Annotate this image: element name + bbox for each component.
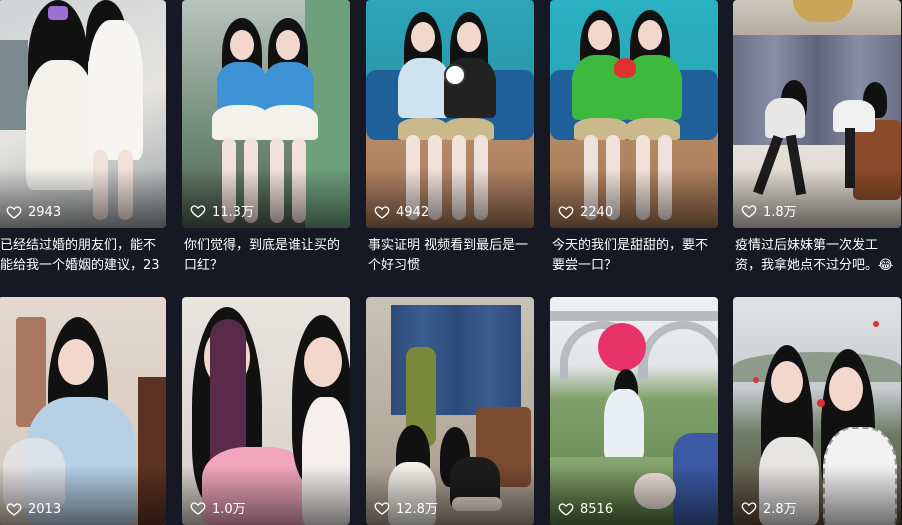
like-count: 1.8万: [741, 201, 797, 220]
like-count: 1.0万: [190, 498, 246, 517]
like-count: 2943: [6, 204, 61, 220]
like-count: 4942: [374, 204, 429, 220]
like-count: 11.3万: [190, 201, 254, 220]
video-thumbnail[interactable]: 2943: [0, 0, 166, 228]
heart-icon: [6, 503, 22, 516]
video-thumbnail[interactable]: 8516: [550, 297, 718, 525]
video-card[interactable]: 1.8万 疫情过后妹妹第一次发工资，我拿她点不过分吧。😂#搞...: [733, 0, 901, 276]
video-card[interactable]: 2943 已经结过婚的朋友们，能不能给我一个婚姻的建议，23岁...: [0, 0, 166, 276]
like-count-text: 12.8万: [396, 502, 438, 517]
video-thumbnail[interactable]: 1.0万: [182, 297, 350, 525]
heart-icon: [558, 503, 574, 516]
video-thumbnail[interactable]: 1.8万: [733, 0, 901, 228]
like-count-text: 2240: [580, 204, 614, 220]
video-thumbnail[interactable]: 2240: [550, 0, 718, 228]
like-count-text: 4942: [396, 204, 430, 220]
video-thumbnail[interactable]: 4942: [366, 0, 534, 228]
like-count-text: 2943: [28, 204, 62, 220]
video-card[interactable]: 2240 今天的我们是甜甜的，要不要尝一口？: [550, 0, 718, 276]
video-thumbnail[interactable]: 2.8万: [733, 297, 901, 525]
video-thumbnail[interactable]: 12.8万: [366, 297, 534, 525]
video-title[interactable]: 疫情过后妹妹第一次发工资，我拿她点不过分吧。😂#搞...: [733, 236, 901, 276]
like-count: 12.8万: [374, 498, 438, 517]
heart-icon: [741, 204, 757, 218]
like-count-text: 2.8万: [763, 502, 797, 517]
heart-icon: [741, 501, 757, 515]
like-count-text: 8516: [580, 501, 614, 517]
like-count-text: 1.8万: [763, 205, 797, 220]
video-card[interactable]: 4942 事实证明 视频看到最后是一个好习惯: [366, 0, 534, 276]
video-title[interactable]: 你们觉得，到底是谁让买的口红？: [182, 236, 350, 276]
video-card[interactable]: 2.8万: [733, 297, 901, 525]
video-title[interactable]: 已经结过婚的朋友们，能不能给我一个婚姻的建议，23岁...: [0, 236, 166, 276]
video-title[interactable]: 今天的我们是甜甜的，要不要尝一口？: [550, 236, 718, 276]
heart-icon: [558, 206, 574, 219]
heart-icon: [374, 206, 390, 219]
like-count: 2013: [6, 501, 61, 517]
video-card[interactable]: 2013: [0, 297, 166, 525]
heart-icon: [6, 206, 22, 219]
like-count: 8516: [558, 501, 613, 517]
video-thumbnail[interactable]: 2013: [0, 297, 166, 525]
like-count: 2240: [558, 204, 613, 220]
video-card[interactable]: 8516: [550, 297, 718, 525]
like-count-text: 1.0万: [212, 502, 246, 517]
video-title[interactable]: 事实证明 视频看到最后是一个好习惯: [366, 236, 534, 276]
like-count-text: 2013: [28, 501, 62, 517]
heart-icon: [374, 501, 390, 515]
like-count: 2.8万: [741, 498, 797, 517]
video-card[interactable]: 11.3万 你们觉得，到底是谁让买的口红？: [182, 0, 350, 276]
heart-icon: [190, 501, 206, 515]
heart-icon: [190, 204, 206, 218]
like-count-text: 11.3万: [212, 205, 254, 220]
video-card[interactable]: 1.0万: [182, 297, 350, 525]
video-card[interactable]: 12.8万: [366, 297, 534, 525]
video-thumbnail[interactable]: 11.3万: [182, 0, 350, 228]
